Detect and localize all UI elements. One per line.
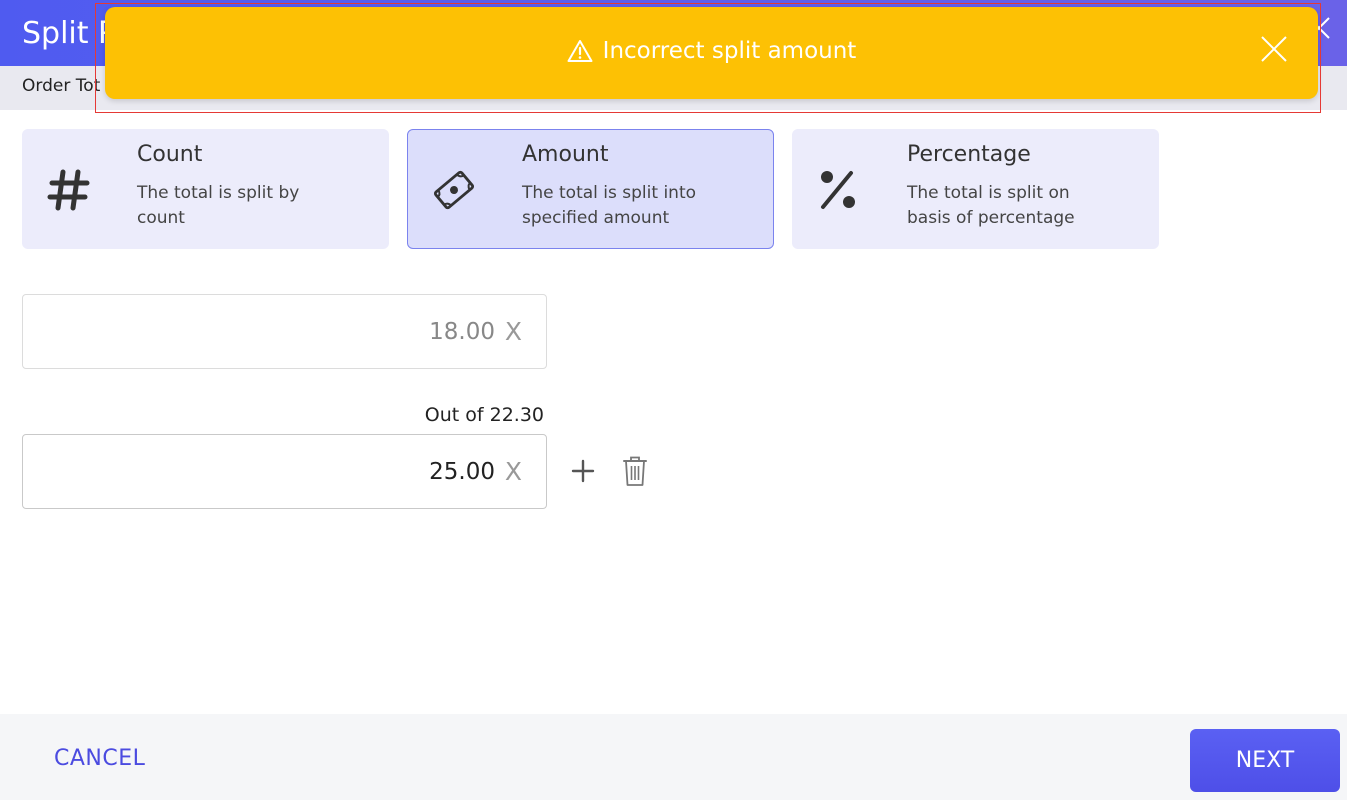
split-option-description: The total is split on basis of percentag… [907, 183, 1075, 228]
split-option-title: Count [137, 142, 203, 167]
close-icon[interactable] [1260, 35, 1288, 63]
error-toast: Incorrect split amount [105, 7, 1318, 99]
order-total-label: Order Tot [22, 76, 101, 96]
split-option-description: The total is split by count [137, 183, 300, 228]
dialog-footer: CANCEL NEXT [0, 714, 1347, 800]
money-bill-icon [433, 170, 475, 210]
toast-content: Incorrect split amount [105, 38, 1318, 64]
plus-icon[interactable] [570, 458, 596, 484]
split-option-title: Percentage [907, 142, 1031, 167]
split-option-title: Amount [522, 142, 609, 167]
percent-icon [821, 171, 855, 209]
split-option-amount[interactable]: Amount The total is split into specified… [407, 129, 774, 249]
cancel-button[interactable]: CANCEL [54, 746, 145, 771]
split-amount-input-2[interactable] [35, 453, 495, 491]
hash-icon [47, 169, 90, 211]
trash-icon[interactable] [622, 455, 648, 487]
next-button[interactable]: NEXT [1190, 729, 1340, 792]
remaining-total-label: Out of 22.30 [424, 404, 544, 426]
split-amount-input-1[interactable] [35, 313, 495, 351]
split-amount-field-2: X [22, 434, 547, 509]
toast-message: Incorrect split amount [602, 38, 857, 64]
dialog-title: Split P [22, 16, 117, 51]
split-option-percentage[interactable]: Percentage The total is split on basis o… [792, 129, 1159, 249]
clear-amount-button[interactable]: X [505, 315, 522, 349]
split-option-description: The total is split into specified amount [522, 183, 697, 228]
split-amount-field-1: X [22, 294, 547, 369]
split-type-options: Count The total is split by count Amount… [22, 129, 1159, 249]
split-option-count[interactable]: Count The total is split by count [22, 129, 389, 249]
clear-amount-button[interactable]: X [505, 455, 522, 489]
warning-icon [567, 40, 593, 62]
